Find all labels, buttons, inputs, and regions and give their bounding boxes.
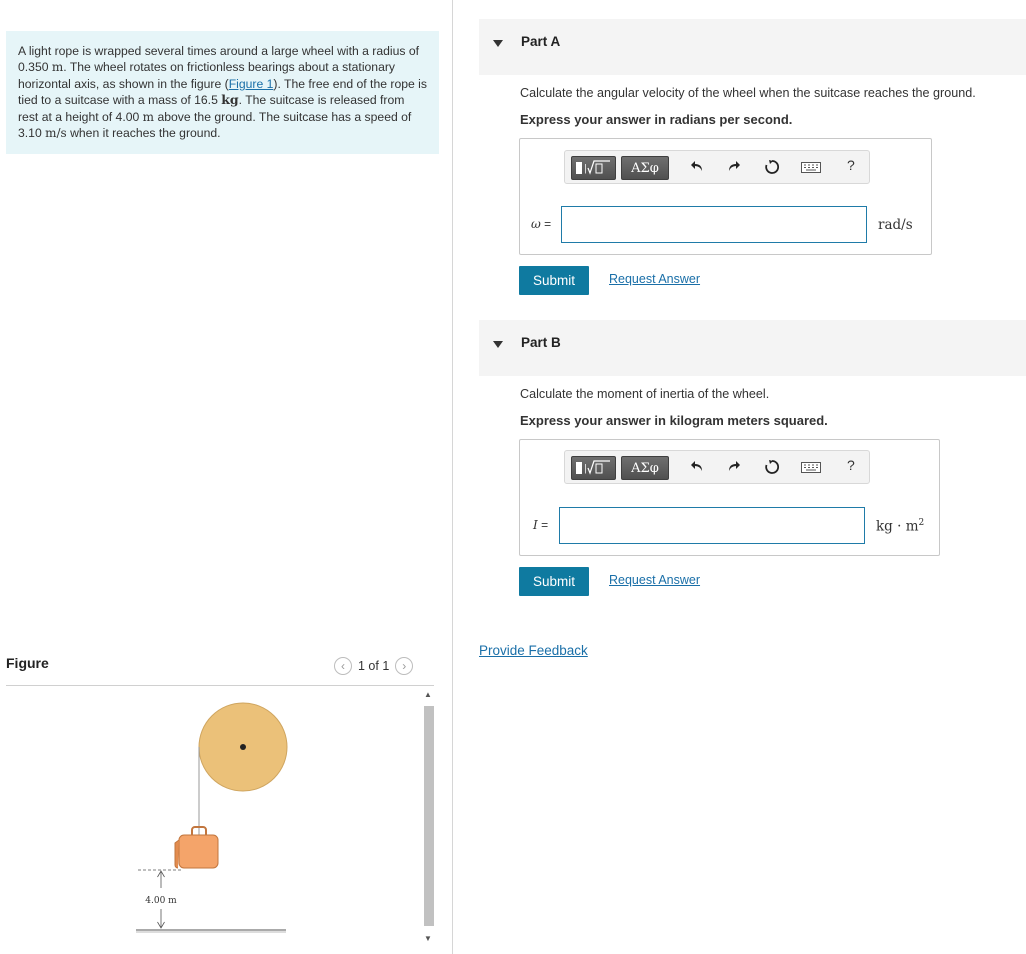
greek-letters-icon: ΑΣφ <box>631 160 659 176</box>
unit-m: m <box>142 109 155 124</box>
part-a-title: Part A <box>521 34 561 49</box>
help-icon[interactable]: ? <box>847 157 855 173</box>
pager-label: 1 of 1 <box>358 659 390 673</box>
figure-scrollbar[interactable] <box>424 706 434 926</box>
templates-icon: | <box>575 460 610 475</box>
provide-feedback-link[interactable]: Provide Feedback <box>479 643 588 658</box>
math-toolbar: | ΑΣφ ? <box>564 150 870 184</box>
equals-sign: = <box>537 518 549 532</box>
next-figure-button[interactable]: › <box>395 657 414 675</box>
variable-label: ω = <box>531 217 551 231</box>
svg-text:|: | <box>584 164 587 174</box>
problem-statement: A light rope is wrapped several times ar… <box>6 31 439 154</box>
math-toolbar: | ΑΣφ ? <box>564 450 870 484</box>
figure-pager: ‹ 1 of 1 › <box>334 655 414 677</box>
unit-base: kg · m <box>876 518 919 535</box>
left-panel: A light rope is wrapped several times ar… <box>0 0 452 954</box>
unit-m: m <box>51 60 64 75</box>
answer-input[interactable] <box>559 507 865 544</box>
part-b-instruction: Express your answer in kilogram meters s… <box>520 413 828 428</box>
figure-diagram: 4.00 m <box>136 702 288 933</box>
templates-button[interactable]: | <box>571 156 616 180</box>
variable-label: I = <box>533 518 548 532</box>
unit-label: kg · m2 <box>876 518 924 535</box>
height-label: 4.00 m <box>145 896 177 906</box>
greek-letters-button[interactable]: ΑΣφ <box>621 456 669 480</box>
figure-title: Figure <box>6 655 49 671</box>
help-icon[interactable]: ? <box>847 457 855 473</box>
greek-letters-icon: ΑΣφ <box>631 460 659 476</box>
equals-sign: = <box>540 217 552 231</box>
keyboard-icon[interactable] <box>801 462 821 473</box>
part-a-answer-box: | ΑΣφ ? ω = rad/s <box>519 138 932 255</box>
redo-icon[interactable] <box>727 459 741 473</box>
part-a-question: Calculate the angular velocity of the wh… <box>520 86 976 100</box>
suitcase <box>174 826 219 869</box>
scroll-down-icon[interactable]: ▼ <box>424 934 432 943</box>
undo-icon[interactable] <box>690 459 704 473</box>
request-answer-link[interactable]: Request Answer <box>609 272 700 286</box>
reset-icon[interactable] <box>764 459 780 475</box>
templates-icon: | <box>575 160 610 175</box>
part-b-title: Part B <box>521 335 561 350</box>
panel-divider <box>452 0 453 954</box>
part-a-instruction: Express your answer in radians per secon… <box>520 112 793 127</box>
part-b-header[interactable]: Part B <box>479 320 1026 376</box>
scroll-up-icon[interactable]: ▲ <box>424 690 432 699</box>
unit-exponent: 2 <box>918 518 925 528</box>
undo-icon[interactable] <box>690 159 704 173</box>
part-b-question: Calculate the moment of inertia of the w… <box>520 387 770 401</box>
variable-symbol: ω <box>531 217 541 231</box>
problem-text: when it reaches the ground. <box>66 126 221 141</box>
submit-button[interactable]: Submit <box>519 567 589 596</box>
submit-button[interactable]: Submit <box>519 266 589 295</box>
greek-letters-button[interactable]: ΑΣφ <box>621 156 669 180</box>
part-b-answer-box: | ΑΣφ ? I = kg · m2 <box>519 439 940 556</box>
request-answer-link[interactable]: Request Answer <box>609 573 700 587</box>
answer-input[interactable] <box>561 206 867 243</box>
keyboard-icon[interactable] <box>801 162 821 173</box>
figure-divider <box>6 685 434 686</box>
unit-label: rad/s <box>878 217 913 233</box>
unit-kg: kg <box>221 92 239 108</box>
svg-text:|: | <box>584 464 587 474</box>
redo-icon[interactable] <box>727 159 741 173</box>
templates-button[interactable]: | <box>571 456 616 480</box>
prev-figure-button[interactable]: ‹ <box>334 657 352 675</box>
collapse-caret-icon[interactable] <box>493 341 503 348</box>
wheel-axle <box>240 744 246 750</box>
unit-mps: m/s <box>45 126 67 141</box>
part-a-header[interactable]: Part A <box>479 19 1026 75</box>
reset-icon[interactable] <box>764 159 780 175</box>
figure-link[interactable]: Figure 1 <box>229 77 274 91</box>
collapse-caret-icon[interactable] <box>493 40 503 47</box>
